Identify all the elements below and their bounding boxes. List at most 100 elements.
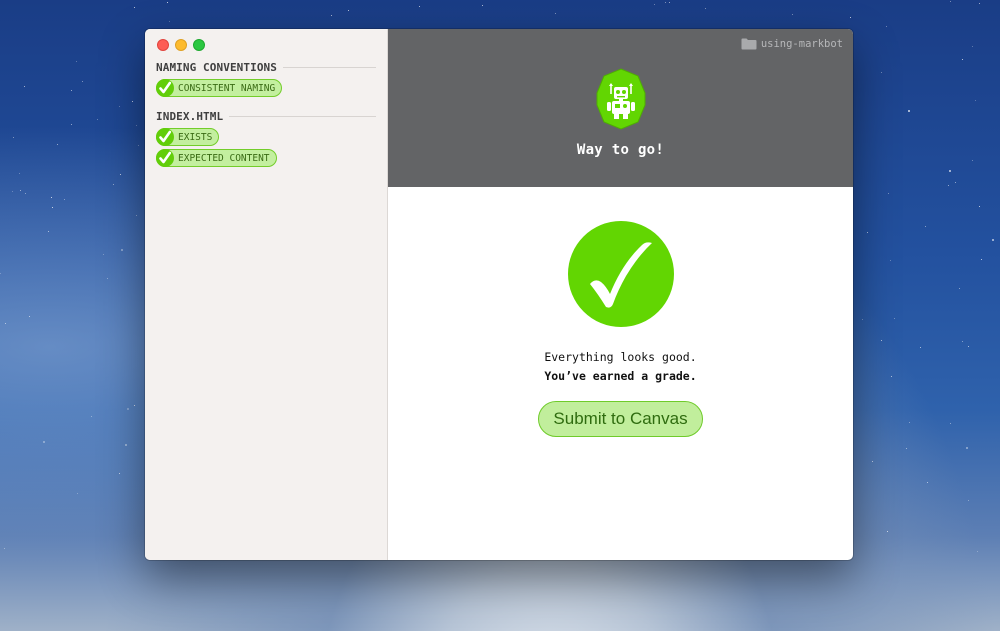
star [949,170,952,172]
check-groups: NAMING CONVENTIONS CONSISTENT NAMING IND… [156,60,376,179]
check-item-label: CONSISTENT NAMING [178,82,276,94]
divider [229,115,376,117]
folder-icon [741,38,757,50]
star [924,225,926,227]
star [979,2,980,4]
star [112,183,114,185]
main-panel: using-markbot Way to go! Everything look… [388,29,853,560]
star [47,230,49,232]
star [91,415,92,417]
star [96,118,98,120]
group-header: INDEX.HTML [156,109,376,123]
star [889,260,891,262]
star [136,125,137,127]
folder-label: using-markbot [760,38,843,50]
star [978,205,980,207]
star [168,20,170,22]
star [119,173,121,175]
star [5,323,7,325]
star [977,550,979,552]
star [862,318,864,320]
star [51,206,53,208]
star [133,7,135,9]
star [554,13,556,15]
star [482,5,484,7]
checkmark-icon [156,128,174,146]
star [70,90,72,92]
star [880,72,882,74]
star [926,481,928,483]
check-item-label: EXPECTED CONTENT [178,152,270,164]
robot-badge-icon [596,68,645,130]
star [890,376,892,378]
star [120,248,123,251]
submit-to-canvas-button[interactable]: Submit to Canvas [538,401,703,437]
star [972,159,974,161]
star [24,192,26,194]
star [418,6,420,8]
star [972,46,974,48]
star [968,500,970,502]
star [791,13,793,15]
star [907,110,910,113]
results-header: using-markbot Way to go! [388,29,853,187]
star [920,346,922,348]
star [872,461,874,463]
group-title: INDEX.HTML [156,109,224,123]
star [968,345,969,347]
star [24,86,26,88]
star [71,124,73,126]
star [81,80,83,82]
check-item-expected-content[interactable]: EXPECTED CONTENT [156,149,277,167]
minimize-window-button[interactable] [175,39,187,51]
star [665,1,667,3]
close-window-button[interactable] [157,39,169,51]
group-header: NAMING CONVENTIONS [156,60,376,74]
star [974,99,976,101]
star [11,190,13,192]
star [13,137,15,139]
star [888,192,890,194]
check-item-label: EXISTS [178,131,213,143]
grade-message: You’ve earned a grade. [544,369,697,383]
sidebar: NAMING CONVENTIONS CONSISTENT NAMING IND… [145,29,388,560]
star [132,101,134,103]
star [906,448,908,450]
star [867,231,869,233]
star [19,190,21,192]
star [348,10,350,12]
star [886,26,888,28]
checkmark-icon [156,149,174,167]
star [167,1,169,3]
star [77,493,79,495]
divider [283,66,376,68]
star [76,61,78,63]
star [56,143,58,145]
zoom-window-button[interactable] [193,39,205,51]
star [127,407,130,410]
star [3,547,5,549]
star [64,199,66,201]
check-item-exists[interactable]: EXISTS [156,128,220,146]
checkmark-icon [567,221,674,327]
star [965,447,968,450]
star [669,1,671,3]
status-message: Everything looks good. [544,350,697,364]
folder-link[interactable]: using-markbot [741,38,843,50]
checkmark-icon [156,79,174,97]
star [103,253,105,255]
star [849,17,851,19]
star [136,214,138,216]
check-group-naming-conventions: NAMING CONVENTIONS CONSISTENT NAMING [156,60,376,100]
star [107,277,109,279]
star [894,318,896,320]
star [962,58,964,60]
group-title: NAMING CONVENTIONS [156,60,278,74]
star [137,144,139,146]
star [119,473,121,475]
star [134,405,136,407]
check-group-index-html: INDEX.HTML EXISTS EXPECTED CONTENT [156,109,376,170]
check-item-consistent-naming[interactable]: CONSISTENT NAMING [156,79,283,97]
star [949,1,951,3]
window-controls [157,39,205,51]
